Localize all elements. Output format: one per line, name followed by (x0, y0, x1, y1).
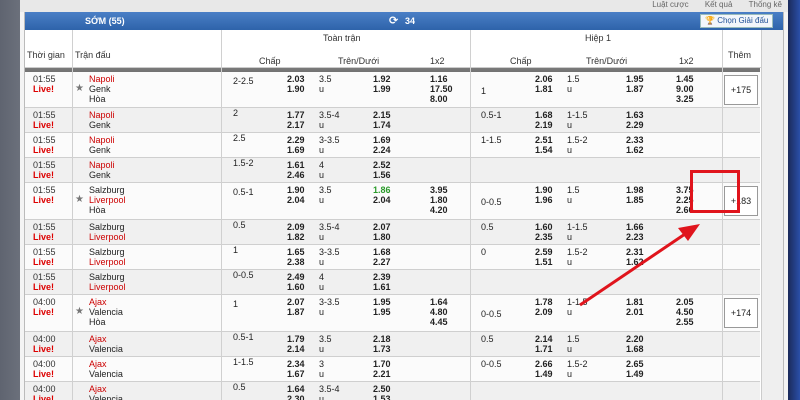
annotation-arrow (579, 224, 700, 307)
